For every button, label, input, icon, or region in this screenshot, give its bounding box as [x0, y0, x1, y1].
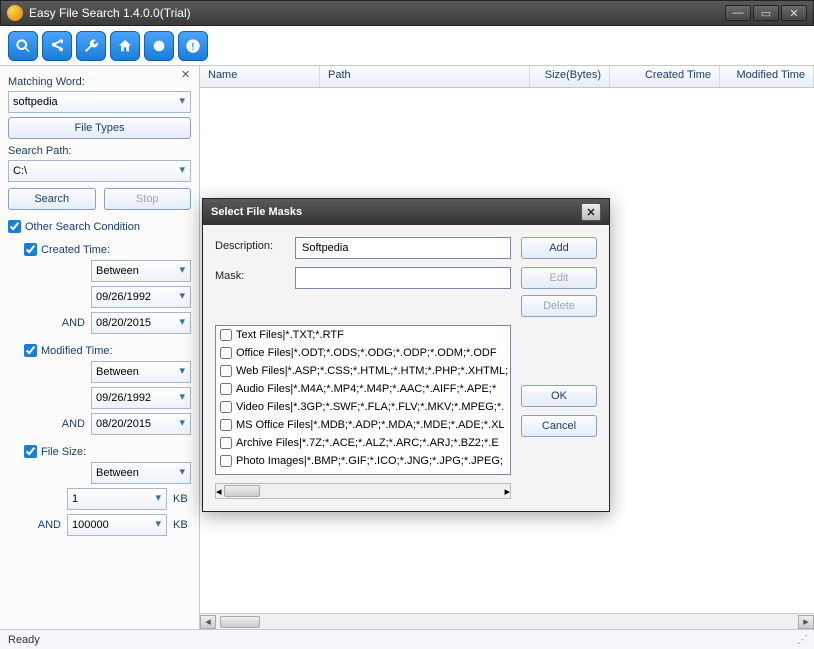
- timer-icon[interactable]: [144, 31, 174, 61]
- mask-row[interactable]: Text Files|*.TXT;*.RTF: [216, 326, 510, 344]
- wrench-icon[interactable]: [76, 31, 106, 61]
- scroll-right-icon[interactable]: ▸: [504, 485, 510, 498]
- mask-text: Video Files|*.3GP;*.SWF;*.FLA;*.FLV;*.MK…: [236, 401, 504, 413]
- file-size-checkbox[interactable]: File Size:: [24, 445, 191, 458]
- dialog-title: Select File Masks: [211, 206, 302, 218]
- mask-list-hscroll[interactable]: ◂ ▸: [215, 483, 511, 499]
- mask-checkbox[interactable]: [220, 383, 232, 395]
- mask-label: Mask:: [215, 267, 285, 282]
- mask-text: Office Files|*.ODT;*.ODS;*.ODG;*.ODP;*.O…: [236, 347, 497, 359]
- created-from-input[interactable]: [91, 286, 191, 308]
- toolbar: [0, 26, 814, 66]
- statusbar: Ready ⋰: [0, 629, 814, 649]
- modified-to-input[interactable]: [91, 413, 191, 435]
- other-condition-checkbox[interactable]: Other Search Condition: [8, 220, 191, 233]
- mask-list[interactable]: Text Files|*.TXT;*.RTF Office Files|*.ODT…: [215, 325, 511, 475]
- mask-text: Text Files|*.TXT;*.RTF: [236, 329, 344, 341]
- col-created[interactable]: Created Time: [610, 66, 720, 87]
- stop-button[interactable]: Stop: [104, 188, 192, 210]
- col-modified[interactable]: Modified Time: [720, 66, 814, 87]
- mask-row[interactable]: Audio Files|*.M4A;*.MP4;*.M4P;*.AAC;*.AI…: [216, 380, 510, 398]
- mask-text: Web Files|*.ASP;*.CSS;*.HTML;*.HTM;*.PHP…: [236, 365, 508, 377]
- scroll-left-icon[interactable]: ◂: [200, 615, 216, 629]
- scroll-thumb[interactable]: [224, 485, 260, 497]
- add-button[interactable]: Add: [521, 237, 597, 259]
- mask-checkbox[interactable]: [220, 455, 232, 467]
- description-input[interactable]: [295, 237, 511, 259]
- size-from-input[interactable]: [67, 488, 167, 510]
- file-masks-dialog: Select File Masks ✕ Description: Add Mas…: [202, 198, 610, 512]
- home-icon[interactable]: [110, 31, 140, 61]
- dialog-close-button[interactable]: ✕: [581, 203, 601, 221]
- modified-time-checkbox[interactable]: Modified Time:: [24, 344, 191, 357]
- description-label: Description:: [215, 237, 285, 252]
- created-mode-select[interactable]: [91, 260, 191, 282]
- minimize-button[interactable]: —: [725, 5, 751, 21]
- sidebar-close-icon[interactable]: ✕: [181, 68, 195, 82]
- app-icon: [7, 5, 23, 21]
- modified-mode-select[interactable]: [91, 361, 191, 383]
- resize-grip-icon[interactable]: ⋰: [797, 633, 806, 646]
- titlebar: Easy File Search 1.4.0.0(Trial) — ▭ ✕: [0, 0, 814, 26]
- delete-button[interactable]: Delete: [521, 295, 597, 317]
- file-types-button[interactable]: File Types: [8, 117, 191, 139]
- size-to-input[interactable]: [67, 514, 167, 536]
- share-icon[interactable]: [42, 31, 72, 61]
- col-size[interactable]: Size(Bytes): [530, 66, 610, 87]
- scroll-right-icon[interactable]: ▸: [798, 615, 814, 629]
- mask-checkbox[interactable]: [220, 365, 232, 377]
- search-path-input[interactable]: [8, 160, 191, 182]
- search-icon[interactable]: [8, 31, 38, 61]
- search-button[interactable]: Search: [8, 188, 96, 210]
- mask-checkbox[interactable]: [220, 347, 232, 359]
- created-time-checkbox[interactable]: Created Time:: [24, 243, 191, 256]
- close-button[interactable]: ✕: [781, 5, 807, 21]
- mask-row[interactable]: Web Files|*.ASP;*.CSS;*.HTML;*.HTM;*.PHP…: [216, 362, 510, 380]
- mask-row[interactable]: Office Files|*.ODT;*.ODS;*.ODG;*.ODP;*.O…: [216, 344, 510, 362]
- mask-checkbox[interactable]: [220, 401, 232, 413]
- search-path-label: Search Path:: [8, 145, 191, 157]
- mask-row[interactable]: MS Office Files|*.MDB;*.ADP;*.MDA;*.MDE;…: [216, 416, 510, 434]
- mask-text: Audio Files|*.M4A;*.MP4;*.M4P;*.AAC;*.AI…: [236, 383, 496, 395]
- mask-row[interactable]: Archive Files|*.7Z;*.ACE;*.ALZ;*.ARC;*.A…: [216, 434, 510, 452]
- alert-icon[interactable]: [178, 31, 208, 61]
- dialog-titlebar: Select File Masks ✕: [203, 199, 609, 225]
- mask-row[interactable]: Video Files|*.3GP;*.SWF;*.FLA;*.FLV;*.MK…: [216, 398, 510, 416]
- col-name[interactable]: Name: [200, 66, 320, 87]
- modified-from-input[interactable]: [91, 387, 191, 409]
- mask-text: MS Office Files|*.MDB;*.ADP;*.MDA;*.MDE;…: [236, 419, 505, 431]
- sidebar: ✕ Matching Word: File Types Search Path:…: [0, 66, 200, 629]
- scroll-left-icon[interactable]: ◂: [216, 485, 222, 498]
- scroll-thumb[interactable]: [220, 616, 260, 628]
- ok-button[interactable]: OK: [521, 385, 597, 407]
- window-title: Easy File Search 1.4.0.0(Trial): [29, 6, 725, 20]
- matching-word-input[interactable]: [8, 91, 191, 113]
- results-hscroll[interactable]: ◂ ▸: [200, 613, 814, 629]
- edit-button[interactable]: Edit: [521, 267, 597, 289]
- status-text: Ready: [8, 634, 40, 646]
- mask-row[interactable]: Photo Images|*.BMP;*.GIF;*.ICO;*.JNG;*.J…: [216, 452, 510, 470]
- created-to-input[interactable]: [91, 312, 191, 334]
- mask-input[interactable]: [295, 267, 511, 289]
- mask-text: Photo Images|*.BMP;*.GIF;*.ICO;*.JNG;*.J…: [236, 455, 503, 467]
- mask-checkbox[interactable]: [220, 437, 232, 449]
- maximize-button[interactable]: ▭: [753, 5, 779, 21]
- mask-text: Archive Files|*.7Z;*.ACE;*.ALZ;*.ARC;*.A…: [236, 437, 499, 449]
- size-mode-select[interactable]: [91, 462, 191, 484]
- column-headers: Name Path Size(Bytes) Created Time Modif…: [200, 66, 814, 88]
- mask-checkbox[interactable]: [220, 419, 232, 431]
- cancel-button[interactable]: Cancel: [521, 415, 597, 437]
- col-path[interactable]: Path: [320, 66, 530, 87]
- matching-word-label: Matching Word:: [8, 76, 191, 88]
- mask-checkbox[interactable]: [220, 329, 232, 341]
